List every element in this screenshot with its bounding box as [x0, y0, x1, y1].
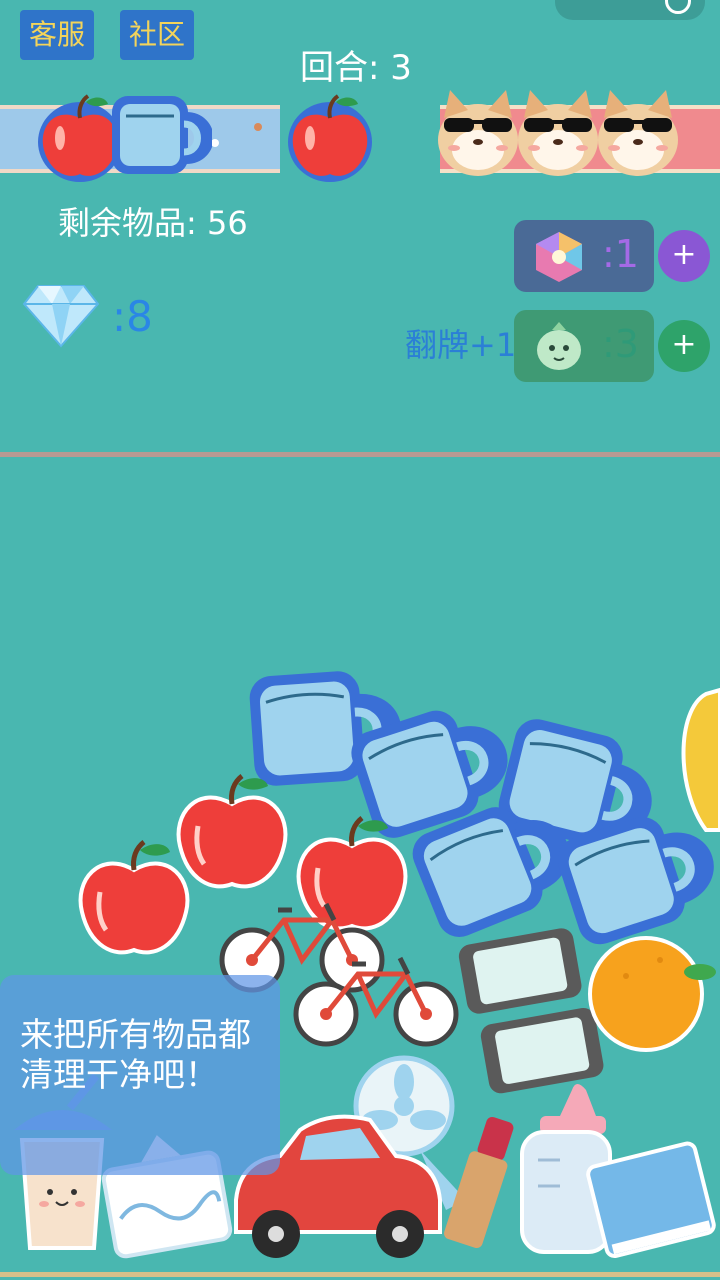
gem-count: :8	[112, 292, 153, 341]
phone-item	[478, 1006, 606, 1096]
powerup-count: :3	[602, 322, 639, 366]
orange-item	[588, 936, 716, 1052]
item-board	[14, 660, 720, 1259]
powerup-flip[interactable]: :3	[514, 310, 654, 382]
banana-item	[681, 687, 720, 832]
hint-text: 来把所有物品都清理干净吧！	[20, 1015, 251, 1094]
add-shuffle-button[interactable]: +	[658, 230, 710, 282]
settings-icon	[665, 0, 691, 14]
phone-item	[456, 926, 584, 1016]
green-sprite-icon	[537, 322, 581, 370]
customer-service-button[interactable]: 客服	[20, 10, 95, 60]
hint-panel: 来把所有物品都清理干净吧！	[0, 975, 280, 1175]
rainbow-gem-icon	[536, 232, 582, 282]
play-area-divider	[0, 452, 720, 457]
settings-button[interactable]	[555, 0, 705, 20]
flip-bonus-label: 翻牌+1	[405, 326, 517, 364]
tray-slot-mug	[112, 96, 212, 174]
bottom-border	[0, 1272, 720, 1277]
remaining-items-counter: 剩余物品: 56	[58, 204, 248, 242]
opponent-dogs	[438, 90, 678, 176]
apple-item	[81, 842, 188, 952]
lipstick-item	[444, 1116, 514, 1249]
diamond-icon	[22, 285, 100, 348]
tray-slot-apple	[288, 94, 372, 182]
add-flip-button[interactable]: +	[658, 320, 710, 372]
powerup-shuffle[interactable]: :1	[514, 220, 654, 292]
powerup-count: :1	[602, 232, 639, 276]
apple-item	[179, 776, 286, 886]
community-button[interactable]: 社区	[120, 10, 195, 60]
game-screen: 客服 社区 回合: 3 剩余物品: 56:8:1 +:3 + 翻牌+1 来…	[0, 0, 720, 1280]
round-counter: 回合: 3	[300, 48, 412, 88]
